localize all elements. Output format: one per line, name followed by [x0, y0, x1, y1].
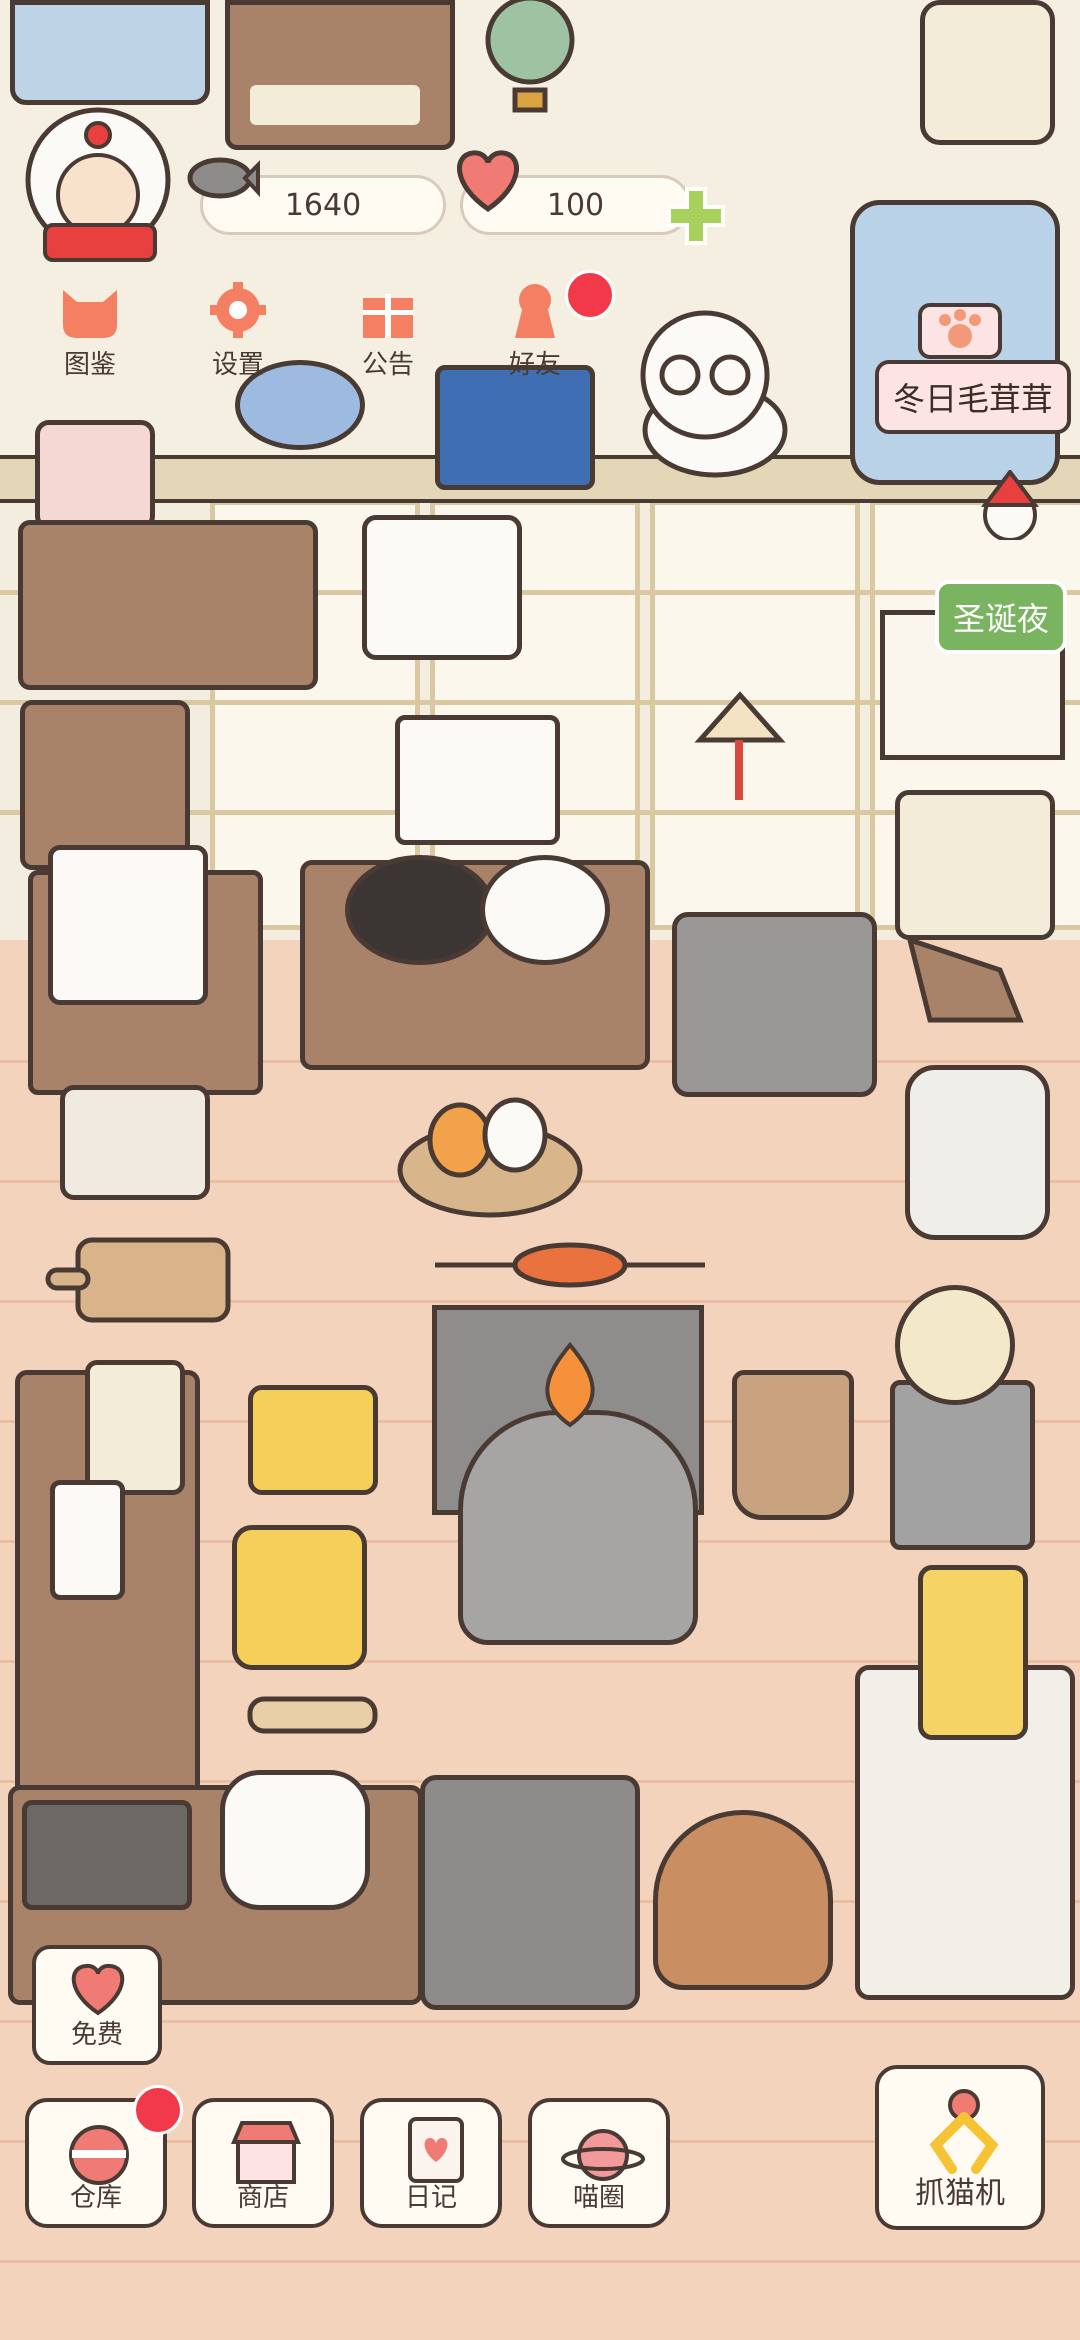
fish-icon: [180, 140, 260, 210]
blue-bag[interactable]: [435, 365, 595, 490]
stone-stove[interactable]: [458, 1410, 698, 1645]
free-label: 免费: [70, 2020, 123, 2050]
shop-button[interactable]: 商店: [192, 2098, 334, 2228]
gift-icon: [353, 280, 423, 340]
dustpan[interactable]: [890, 900, 1040, 1040]
toaster-oven[interactable]: [48, 845, 208, 1005]
record-player[interactable]: [248, 1385, 378, 1495]
microwave[interactable]: [362, 515, 522, 660]
claw-machine-button[interactable]: 抓猫机: [875, 2065, 1045, 2230]
coin-value: 1640: [284, 187, 362, 223]
christmas-eve-label: 圣诞夜: [935, 580, 1068, 654]
kettle[interactable]: [895, 1285, 1015, 1405]
collection-label: 图鉴: [63, 350, 116, 380]
cooking-pot[interactable]: [345, 855, 495, 965]
keyhole-icon: [500, 280, 570, 340]
cat-circle-button[interactable]: 喵圈: [528, 2098, 670, 2228]
plus-icon[interactable]: [665, 185, 727, 247]
floor-plank: [0, 2020, 1080, 2023]
cutting-board[interactable]: [38, 1225, 238, 1335]
rolling-pin[interactable]: [220, 1685, 405, 1745]
paper-towel[interactable]: [50, 1480, 125, 1600]
free-button[interactable]: 免费: [32, 1945, 162, 2065]
notice-label: 公告: [361, 350, 414, 380]
cat-circle-label: 喵圈: [572, 2183, 625, 2213]
wooden-bucket[interactable]: [732, 1370, 854, 1520]
cat-with-glasses[interactable]: [605, 300, 835, 490]
wind-chime[interactable]: [680, 680, 800, 820]
heart-icon: [66, 1961, 130, 2017]
grey-oven[interactable]: [420, 1775, 640, 2010]
claw-icon: [924, 2087, 1004, 2177]
steamer-basket[interactable]: [653, 1810, 833, 1990]
friends-label: 好友: [508, 350, 561, 380]
friends-notification-dot: [565, 270, 615, 320]
paw-icon: [915, 300, 1005, 360]
rice-bin[interactable]: [905, 1065, 1050, 1240]
pink-note-box[interactable]: [35, 420, 155, 530]
diary-button[interactable]: 日记: [360, 2098, 502, 2228]
rice-cooker-yellow[interactable]: [232, 1525, 367, 1670]
heart-icon: [448, 145, 528, 215]
fire-icon: [525, 1340, 615, 1430]
santa-cat-icon: [965, 468, 1055, 542]
winter-fluffy-event[interactable]: 冬日毛茸茸: [875, 300, 1075, 434]
collection-button[interactable]: 图鉴: [30, 280, 150, 381]
vegetable-basket[interactable]: [390, 1070, 590, 1230]
toaster[interactable]: [60, 1085, 210, 1200]
bookshelf[interactable]: [225, 0, 455, 150]
shop-label: 商店: [236, 2183, 289, 2213]
settings-label: 设置: [211, 350, 264, 380]
christmas-eve-event[interactable]: 圣诞夜: [935, 468, 1075, 654]
frying-pan[interactable]: [480, 855, 610, 965]
kitchen-cabinet[interactable]: [18, 520, 318, 690]
avatar[interactable]: [20, 95, 195, 270]
oven-cart[interactable]: [672, 912, 877, 1097]
heart-value: 100: [546, 187, 605, 223]
globe[interactable]: [470, 0, 590, 120]
floor-plank: [0, 2260, 1080, 2263]
range-hood[interactable]: [395, 715, 560, 845]
blender-jar[interactable]: [85, 1360, 185, 1495]
fish-spit[interactable]: [430, 1240, 710, 1300]
warehouse-notification-dot: [133, 2085, 183, 2135]
gear-icon: [203, 280, 273, 340]
kettle-stand[interactable]: [890, 1380, 1035, 1550]
bed[interactable]: [10, 0, 210, 105]
winter-fluffy-label: 冬日毛茸茸: [875, 360, 1072, 434]
diary-label: 日记: [404, 2183, 457, 2213]
juicer[interactable]: [918, 1565, 1028, 1740]
cat-head-icon: [55, 280, 125, 340]
rice-cooker[interactable]: [220, 1770, 370, 1910]
rice-dispenser[interactable]: [920, 0, 1055, 145]
portable-stove[interactable]: [22, 1800, 192, 1910]
warehouse-label: 仓库: [69, 2183, 122, 2213]
settings-button[interactable]: 设置: [178, 280, 298, 381]
claw-machine-label: 抓猫机: [915, 2176, 1005, 2211]
notice-button[interactable]: 公告: [328, 280, 448, 381]
